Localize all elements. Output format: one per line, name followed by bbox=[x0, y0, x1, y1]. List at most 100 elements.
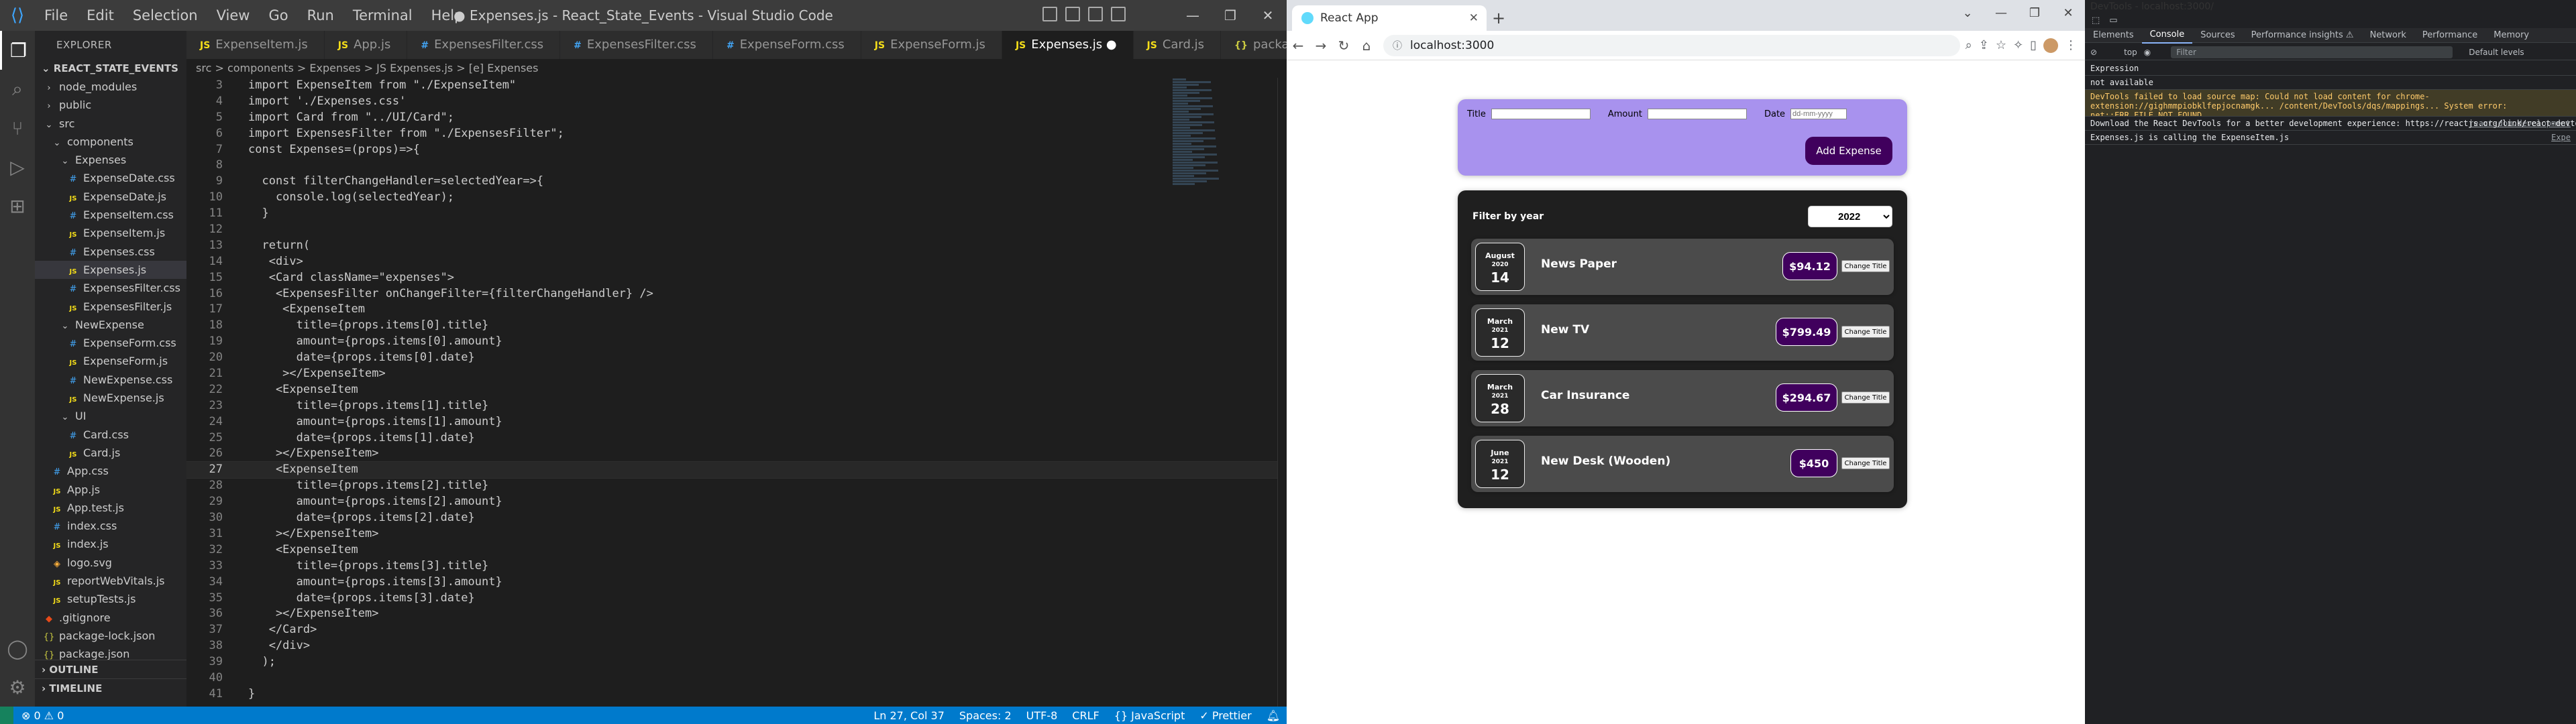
minimize-icon[interactable]: — bbox=[1984, 0, 2018, 27]
code-line[interactable]: 36 ></ExpenseItem> bbox=[186, 606, 1287, 622]
code-line[interactable]: 7 const Expenses=(props)=>{ bbox=[186, 142, 1287, 158]
status-item[interactable]: Spaces: 2 bbox=[959, 709, 1012, 722]
tab-close-icon[interactable]: ✕ bbox=[1469, 11, 1479, 25]
toggle-panel-icon[interactable] bbox=[1065, 7, 1080, 21]
breadcrumb[interactable]: src > components > Expenses > JS Expense… bbox=[186, 59, 1287, 78]
close-icon[interactable]: ✕ bbox=[2051, 0, 2085, 27]
devtools-tab-memory[interactable]: Memory bbox=[2485, 28, 2537, 43]
console-filter-input[interactable]: Filter bbox=[2171, 46, 2453, 58]
eye-icon[interactable]: ◉ bbox=[2144, 48, 2151, 57]
menu-item-help[interactable]: Help bbox=[422, 0, 473, 31]
status-item[interactable]: {} JavaScript bbox=[1114, 709, 1185, 722]
account-icon[interactable]: ◯ bbox=[0, 629, 35, 668]
menu-item-selection[interactable]: Selection bbox=[123, 0, 207, 31]
tree-item[interactable]: # ExpenseForm.css bbox=[35, 334, 186, 352]
title-input[interactable] bbox=[1491, 109, 1591, 119]
code-line[interactable]: 41} bbox=[186, 686, 1287, 703]
editor-tab[interactable]: JS Card.js bbox=[1133, 31, 1222, 59]
log-levels-select[interactable]: Default levels bbox=[2469, 48, 2524, 57]
tree-item[interactable]: JS reportWebVitals.js bbox=[35, 572, 186, 590]
bookmark-star-icon[interactable]: ☆ bbox=[1996, 38, 2006, 53]
browser-tab[interactable]: React App ✕ bbox=[1292, 5, 1487, 31]
restore-icon[interactable]: ❐ bbox=[2018, 0, 2051, 27]
code-line[interactable]: 12 bbox=[186, 222, 1287, 238]
tree-item[interactable]: ⌄ components bbox=[35, 133, 186, 151]
search-icon[interactable]: ⌕ bbox=[0, 70, 35, 109]
editor-tab[interactable]: # ExpensesFilter.css bbox=[407, 31, 561, 59]
menu-item-go[interactable]: Go bbox=[259, 0, 297, 31]
timeline-section[interactable]: › TIMELINE bbox=[35, 678, 186, 697]
editor-tab[interactable]: JS Expenses.js ● bbox=[1002, 31, 1134, 59]
code-line[interactable]: 30 date={props.items[2].date} bbox=[186, 510, 1287, 526]
code-line[interactable]: 27 <ExpenseItem bbox=[186, 461, 1287, 479]
code-line[interactable]: 40 bbox=[186, 670, 1287, 686]
new-tab-icon[interactable]: + bbox=[1487, 5, 1511, 31]
code-line[interactable]: 38 </div> bbox=[186, 638, 1287, 654]
menu-item-terminal[interactable]: Terminal bbox=[343, 0, 422, 31]
tree-item[interactable]: JS NewExpense.js bbox=[35, 389, 186, 407]
code-line[interactable]: 4 import './Expenses.css' bbox=[186, 94, 1287, 110]
status-item[interactable]: UTF-8 bbox=[1026, 709, 1058, 722]
source-control-icon[interactable]: ⑂ bbox=[0, 109, 35, 147]
editor-tab[interactable]: JS ExpenseForm.js bbox=[861, 31, 1002, 59]
tree-item[interactable]: # ExpenseItem.css bbox=[35, 206, 186, 224]
menu-dots-icon[interactable]: ⋮ bbox=[2065, 38, 2077, 53]
editor-scrollbar[interactable] bbox=[1277, 78, 1287, 707]
tree-item[interactable]: JS index.js bbox=[35, 535, 186, 553]
remote-indicator[interactable] bbox=[0, 707, 13, 724]
problems-status[interactable]: ⊗ 0 ⚠ 0 bbox=[13, 709, 64, 722]
devtools-tab-network[interactable]: Network bbox=[2362, 28, 2414, 43]
tree-item[interactable]: JS ExpenseForm.js bbox=[35, 352, 186, 370]
code-line[interactable]: 3 import ExpenseItem from "./ExpenseItem" bbox=[186, 78, 1287, 94]
code-line[interactable]: 13 return( bbox=[186, 238, 1287, 254]
devtools-tab-sources[interactable]: Sources bbox=[2192, 28, 2243, 43]
code-line[interactable]: 35 date={props.items[3].date} bbox=[186, 591, 1287, 607]
code-line[interactable]: 10 console.log(selectedYear); bbox=[186, 190, 1287, 206]
change-title-button[interactable]: Change Title bbox=[1841, 391, 1890, 404]
code-line[interactable]: 20 date={props.items[0].date} bbox=[186, 350, 1287, 366]
code-line[interactable]: 21 ></ExpenseItem> bbox=[186, 366, 1287, 382]
forward-icon[interactable]: → bbox=[1309, 38, 1332, 54]
tree-item[interactable]: ⌄ UI bbox=[35, 407, 186, 425]
project-root[interactable]: ⌄ REACT_STATE_EVENTS bbox=[35, 59, 186, 78]
change-title-button[interactable]: Change Title bbox=[1841, 457, 1890, 469]
toggle-secondary-sidebar-icon[interactable] bbox=[1088, 7, 1103, 21]
code-line[interactable]: 24 amount={props.items[1].amount} bbox=[186, 414, 1287, 430]
home-icon[interactable]: ⌂ bbox=[1355, 38, 1378, 54]
tree-item[interactable]: {} package-lock.json bbox=[35, 627, 186, 645]
tree-item[interactable]: ◈ logo.svg bbox=[35, 554, 186, 572]
code-line[interactable]: 26 ></ExpenseItem> bbox=[186, 446, 1287, 462]
code-editor[interactable]: 3 import ExpenseItem from "./ExpenseItem"… bbox=[186, 78, 1287, 707]
code-line[interactable]: 8 bbox=[186, 158, 1287, 174]
tree-item[interactable]: # Expenses.css bbox=[35, 243, 186, 261]
back-icon[interactable]: ← bbox=[1287, 38, 1309, 54]
tree-item[interactable]: JS Card.js bbox=[35, 444, 186, 462]
code-line[interactable]: 28 title={props.items[2].title} bbox=[186, 478, 1287, 494]
reload-icon[interactable]: ↻ bbox=[1332, 38, 1355, 54]
tree-item[interactable]: JS ExpenseDate.js bbox=[35, 188, 186, 206]
code-line[interactable]: 37 </Card> bbox=[186, 622, 1287, 638]
code-line[interactable]: 39 ); bbox=[186, 654, 1287, 670]
menu-item-file[interactable]: File bbox=[35, 0, 77, 31]
tree-item[interactable]: ⌄ src bbox=[35, 115, 186, 133]
change-title-button[interactable]: Change Title bbox=[1841, 326, 1890, 338]
toggle-sidebar-icon[interactable] bbox=[1042, 7, 1057, 21]
context-select[interactable]: top bbox=[2124, 48, 2137, 57]
status-item[interactable]: CRLF bbox=[1072, 709, 1099, 722]
code-line[interactable]: 31 ></ExpenseItem> bbox=[186, 526, 1287, 542]
devtools-tab-performance[interactable]: Performance bbox=[2414, 28, 2485, 43]
tree-item[interactable]: # App.css bbox=[35, 462, 186, 480]
tree-item[interactable]: # index.css bbox=[35, 517, 186, 535]
status-item[interactable]: Ln 27, Col 37 bbox=[873, 709, 945, 722]
change-title-button[interactable]: Change Title bbox=[1841, 260, 1890, 272]
code-line[interactable]: 23 title={props.items[1].title} bbox=[186, 398, 1287, 414]
code-line[interactable]: 32 <ExpenseItem bbox=[186, 542, 1287, 558]
code-line[interactable]: 14 <div> bbox=[186, 254, 1287, 270]
extensions-icon[interactable]: ⊞ bbox=[0, 186, 35, 225]
tree-item[interactable]: # ExpenseDate.css bbox=[35, 169, 186, 187]
year-select[interactable]: 2022 bbox=[1808, 206, 1892, 227]
date-input[interactable] bbox=[1790, 109, 1847, 119]
device-toolbar-icon[interactable]: ▭ bbox=[2109, 13, 2117, 28]
inspect-icon[interactable]: ⬚ bbox=[2092, 13, 2100, 28]
outline-section[interactable]: › OUTLINE bbox=[35, 660, 186, 678]
